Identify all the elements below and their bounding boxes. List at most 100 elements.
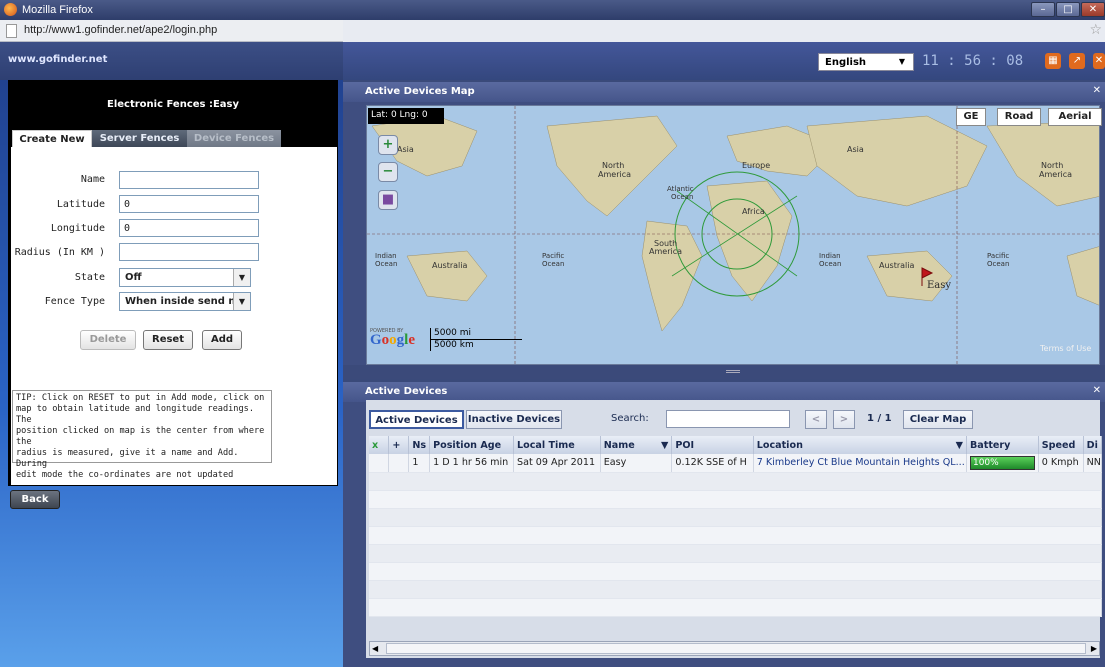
clock: 11 : 56 : 08 <box>922 53 1024 69</box>
panel-splitter[interactable] <box>343 365 1105 379</box>
cell-position-age: 1 D 1 hr 56 min <box>429 454 514 473</box>
cell-x[interactable] <box>369 454 390 473</box>
map-label-indian: Indian <box>375 252 397 260</box>
url-bar[interactable]: http://www1.gofinder.net/ape2/login.php <box>0 20 343 42</box>
minimize-button[interactable]: – <box>1031 2 1055 17</box>
reset-button[interactable]: Reset <box>143 330 193 350</box>
latitude-input[interactable] <box>119 195 259 213</box>
prev-page-button[interactable]: < <box>805 410 827 429</box>
map-label-indian-3: Indian <box>819 252 841 260</box>
scroll-right-icon[interactable]: ▶ <box>1091 643 1097 654</box>
col-di[interactable]: Di <box>1083 436 1103 454</box>
map-label-atlantic-2: Ocean <box>671 193 693 201</box>
col-speed[interactable]: Speed <box>1038 436 1084 454</box>
url-text: http://www1.gofinder.net/ape2/login.php <box>24 24 218 36</box>
filter-icon[interactable]: ▼ <box>956 440 963 451</box>
latitude-label: Latitude <box>56 199 105 210</box>
maximize-button[interactable]: □ <box>1056 2 1080 17</box>
col-location[interactable]: Location ▼ <box>753 436 967 454</box>
state-select[interactable]: Off ▼ <box>119 268 251 287</box>
grip-icon <box>726 370 740 373</box>
longitude-input[interactable] <box>119 219 259 237</box>
site-name: www.gofinder.net <box>8 54 108 65</box>
firefox-icon <box>4 3 17 16</box>
cell-location[interactable]: 7 Kimberley Ct Blue Mountain Heights QL.… <box>753 454 967 473</box>
fence-panel-title: Electronic Fences :Easy <box>106 99 240 110</box>
devices-panel-header: Active Devices ✕ <box>343 382 1105 402</box>
clear-map-button[interactable]: Clear Map <box>903 410 973 429</box>
radius-input[interactable] <box>119 243 259 261</box>
map-label-australia: Australia <box>432 261 467 270</box>
col-x[interactable]: x <box>369 436 390 454</box>
table-header-row: x + Ns Position Age Local Time Name ▼ POI… <box>369 436 1103 454</box>
radius-label: Radius (In KM ) <box>14 247 105 258</box>
col-name[interactable]: Name ▼ <box>600 436 673 454</box>
map-label-pacific-2: Ocean <box>542 260 564 268</box>
map-marker-label: Easy <box>927 280 951 291</box>
google-logo: Google <box>370 332 416 348</box>
tip-line: map to obtain latitude and longitude rea… <box>16 404 254 425</box>
tab-inactive-devices[interactable]: Inactive Devices <box>466 410 562 429</box>
name-input[interactable] <box>119 171 259 189</box>
map-label-north-america-4: America <box>1039 170 1072 179</box>
tab-create-new[interactable]: Create New <box>12 130 92 147</box>
search-input[interactable] <box>666 410 790 428</box>
battery-text: 100% <box>972 457 999 468</box>
close-icon[interactable]: ✕ <box>1093 85 1101 96</box>
back-button[interactable]: Back <box>10 490 60 509</box>
road-view-button[interactable]: Road <box>997 108 1041 126</box>
pager-text: 1 / 1 <box>867 413 892 424</box>
search-label: Search: <box>611 413 649 424</box>
filter-icon[interactable]: ▼ <box>661 440 668 451</box>
table-row[interactable]: 1 1 D 1 hr 56 min Sat 09 Apr 2011 Easy 0… <box>369 454 1103 473</box>
map-scale: 5000 mi 5000 km <box>430 328 522 351</box>
col-local-time[interactable]: Local Time <box>513 436 601 454</box>
tab-server-fences[interactable]: Server Fences <box>92 130 187 147</box>
fence-type-select[interactable]: When inside send m ▼ <box>119 292 251 311</box>
tab-active-devices[interactable]: Active Devices <box>369 410 464 429</box>
col-name-label: Name <box>603 439 635 451</box>
scale-mi: 5000 mi <box>430 328 522 340</box>
col-position-age[interactable]: Position Age <box>429 436 514 454</box>
language-select[interactable]: English ▼ <box>818 53 914 71</box>
cell-ns: 1 <box>408 454 431 473</box>
col-ns[interactable]: Ns <box>408 436 431 454</box>
layout-icon[interactable]: ▦ <box>1045 53 1061 69</box>
ge-view-button[interactable]: GE <box>956 108 986 126</box>
bookmark-star-icon[interactable]: ☆ <box>1089 22 1102 38</box>
next-page-button[interactable]: > <box>833 410 855 429</box>
col-battery[interactable]: Battery <box>966 436 1039 454</box>
lock-icon[interactable]: ■ <box>378 190 398 210</box>
scroll-left-icon[interactable]: ◀ <box>372 643 384 654</box>
col-plus[interactable]: + <box>388 436 410 454</box>
col-poi[interactable]: POI <box>671 436 754 454</box>
longitude-label: Longitude <box>50 223 105 234</box>
map-canvas[interactable]: Asia Asia North America Europe Atlantic … <box>366 105 1100 365</box>
map-label-australia-2: Australia <box>879 261 914 270</box>
map-label-asia: Asia <box>397 145 414 154</box>
map-label-pacific-3: Pacific <box>987 252 1009 260</box>
aerial-view-button[interactable]: Aerial <box>1048 108 1102 126</box>
horizontal-scrollbar[interactable]: ◀ ▶ <box>369 641 1100 656</box>
close-window-button[interactable]: ✕ <box>1081 2 1105 17</box>
map-label-pacific-4: Ocean <box>987 260 1009 268</box>
add-button[interactable]: Add <box>202 330 242 350</box>
map-label-indian-4: Ocean <box>819 260 841 268</box>
close-app-icon[interactable]: ✕ <box>1093 53 1105 69</box>
latlng-readout: Lat: 0 Lng: 0 <box>368 108 444 124</box>
battery-bar: 100% <box>969 455 1035 470</box>
zoom-in-icon[interactable]: + <box>378 135 398 155</box>
cell-name: Easy <box>600 454 673 473</box>
terms-link[interactable]: Terms of Use <box>1040 344 1091 353</box>
delete-button[interactable]: Delete <box>80 330 136 350</box>
tab-device-fences[interactable]: Device Fences <box>187 130 281 147</box>
zoom-out-icon[interactable]: − <box>378 162 398 182</box>
window-title: Mozilla Firefox <box>22 4 93 16</box>
popout-icon[interactable]: ↗ <box>1069 53 1085 69</box>
state-value: Off <box>125 272 142 283</box>
close-icon[interactable]: ✕ <box>1093 385 1101 396</box>
scroll-thumb[interactable] <box>386 643 1086 654</box>
cell-poi: 0.12K SSE of H <box>671 454 754 473</box>
cell-plus[interactable] <box>388 454 410 473</box>
cell-di: NN <box>1083 454 1103 473</box>
